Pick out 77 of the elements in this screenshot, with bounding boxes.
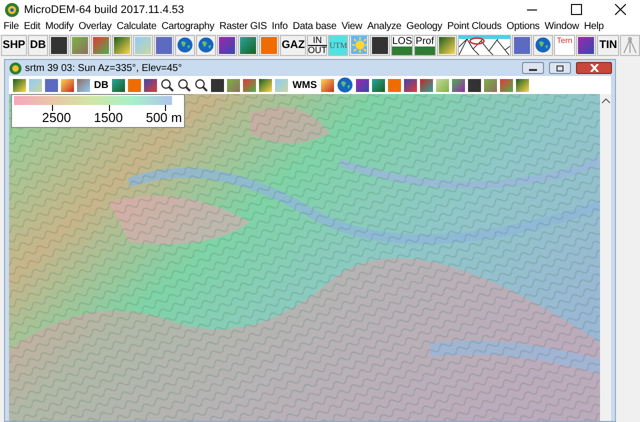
toolbar-button[interactable]: SHP [1,34,27,56]
toolbar-button[interactable]: DB [28,34,48,56]
toolbar-icon-button[interactable] [48,34,69,56]
menu-item[interactable]: Help [582,19,606,34]
zoom-button[interactable] [176,76,192,94]
sun-icon [351,36,368,54]
mesh-button[interactable] [458,34,511,56]
globe-icon [534,37,551,53]
restore-icon [556,64,564,72]
toolbar-button[interactable]: DB [92,76,110,94]
toolbar-icon-button[interactable] [418,76,434,94]
toolbar-button[interactable]: Prof [414,34,436,56]
menu-item[interactable]: Raster GIS [216,19,270,34]
toolbar-button[interactable]: WMS [290,76,319,94]
globe-button[interactable] [336,76,354,94]
toolbar-icon-button[interactable] [216,34,237,56]
toolbar-button[interactable]: IN OUT [307,34,328,56]
globe-icon [198,37,214,53]
legend-label: 1500 [94,111,123,125]
toolbar-icon-button[interactable] [514,76,530,94]
toolbar-button[interactable]: Tern [554,34,576,56]
toolbar-icon-button[interactable] [12,76,27,94]
toolbar-icon-button[interactable] [354,76,370,94]
menu-item[interactable]: Options [504,19,542,34]
close-button[interactable] [576,62,612,74]
legend-label: 500 m [146,111,182,125]
zoom-button[interactable] [193,76,210,94]
toolbar-button[interactable]: GAZ [280,34,306,56]
globe-button[interactable] [532,34,553,56]
window-title: MicroDEM-64 build 2017.11.4.53 [24,4,184,16]
app-logo-icon [9,62,22,74]
mesh-icon [458,35,510,55]
menu-item[interactable]: Overlay [76,19,114,34]
close-icon [614,4,626,15]
maximize-icon [570,4,582,15]
menu-item[interactable]: Info [269,19,290,34]
globe-icon [336,77,353,93]
toolbar-button[interactable]: LOS [391,34,414,56]
legend-label: 2500 [42,111,71,125]
toolbar-icon-button[interactable] [370,76,386,94]
vertical-scrollbar[interactable] [600,94,611,421]
tripod-icon [622,36,638,54]
menu-item[interactable]: Analyze [364,19,404,34]
globe-button[interactable] [196,34,216,56]
toolbar-icon-button[interactable] [111,76,126,94]
globe-button[interactable] [174,34,195,56]
close-icon [590,64,598,72]
toolbar-icon-button[interactable] [370,34,390,56]
menu-item[interactable]: Cartography [158,19,217,34]
menu-item[interactable]: Window [542,19,582,34]
toolbar-icon-button[interactable] [112,34,132,56]
zoom-button[interactable] [159,76,176,94]
globe-icon [176,37,193,53]
menu-item[interactable]: Edit [21,19,43,34]
menu-item[interactable]: Calculate [114,19,159,34]
toolbar-icon-button[interactable] [436,34,457,56]
menu-item[interactable]: Geology [404,19,445,34]
menu-item[interactable]: View [338,19,365,34]
toolbar-icon-button[interactable] [210,76,226,94]
toolbar-button[interactable]: UTM [328,34,348,56]
toolbar-icon-button[interactable] [402,76,418,94]
toolbar-icon-button[interactable] [450,76,466,94]
menu-item[interactable]: Modify [42,19,76,34]
toolbar-icon-button[interactable] [143,76,158,94]
toolbar-icon-button[interactable] [466,76,482,94]
menu-item[interactable]: Data base [290,19,339,34]
app-logo-icon [4,2,20,18]
toolbar-button[interactable]: TIN [597,34,620,56]
toolbar-icon-button[interactable] [258,76,274,94]
restore-button[interactable] [549,62,571,74]
menu-item[interactable]: File [1,19,22,34]
toolbar-icon-button[interactable] [576,34,596,56]
minimize-button[interactable] [522,62,544,74]
menu-item[interactable]: Point Clouds [444,19,504,34]
map-window-title: srtm 39 03: Sun Az=335°, Elev=45° [25,62,182,74]
scroll-up-icon [602,98,610,104]
toolbar-icon-button[interactable] [238,34,258,56]
